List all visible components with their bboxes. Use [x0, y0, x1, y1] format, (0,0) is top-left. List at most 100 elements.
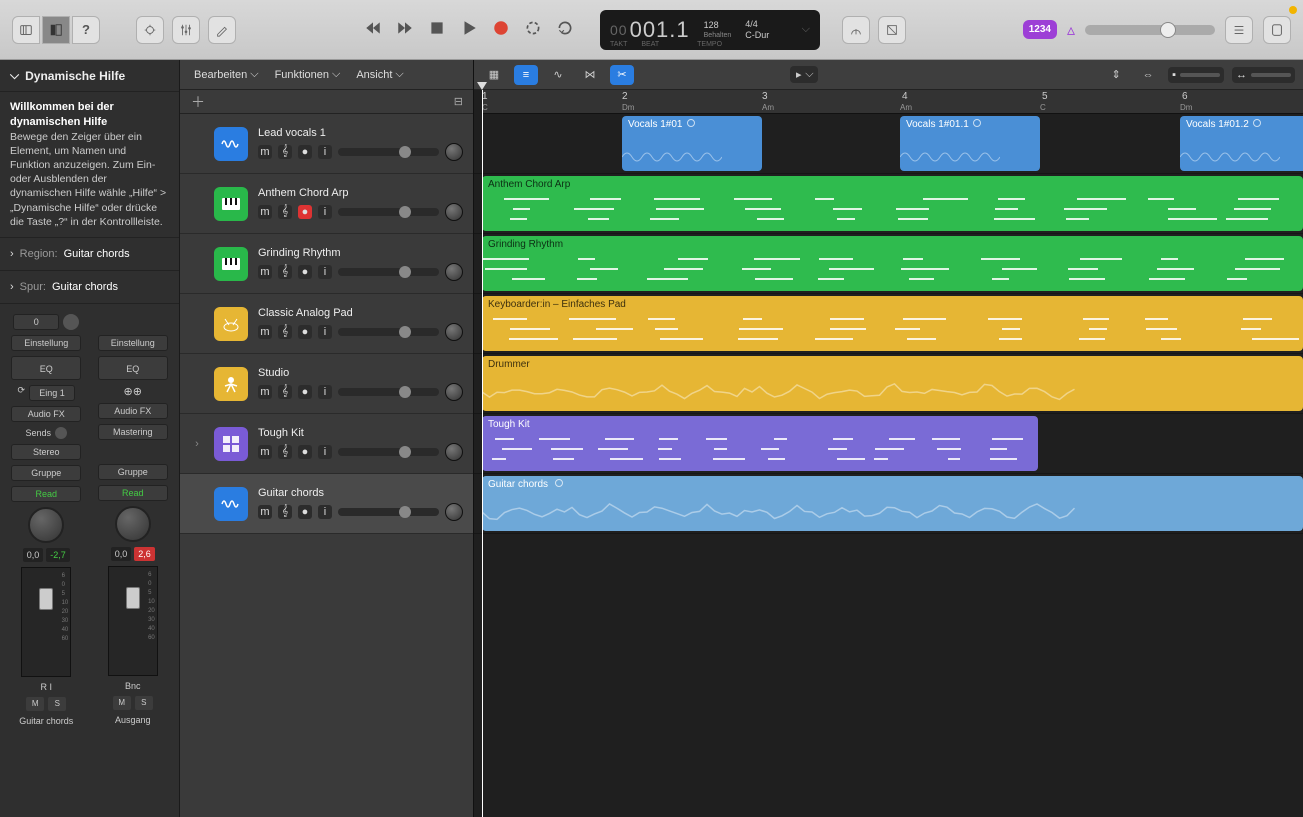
- input-slot[interactable]: Eing 1: [29, 385, 75, 401]
- solo-button[interactable]: S: [48, 697, 66, 711]
- record-enable-icon[interactable]: ●: [298, 145, 312, 159]
- pointer-tool-select[interactable]: ▸ ⌵: [790, 66, 818, 83]
- midi-region[interactable]: Anthem Chord Arp: [482, 176, 1303, 231]
- input-monitor-icon[interactable]: i: [318, 145, 332, 159]
- headphone-icon[interactable]: 𝄞: [278, 145, 292, 159]
- input-monitor-icon[interactable]: i: [318, 385, 332, 399]
- track-lane[interactable]: Guitar chords: [474, 474, 1303, 534]
- eq-button[interactable]: EQ: [98, 356, 168, 380]
- midi-region[interactable]: Grinding Rhythm: [482, 236, 1303, 291]
- inspector-button[interactable]: [42, 16, 70, 44]
- track-volume-slider[interactable]: [338, 508, 439, 516]
- solo-button[interactable]: S: [135, 696, 153, 710]
- mute-button[interactable]: M: [113, 696, 131, 710]
- track-pan-knob[interactable]: [445, 503, 463, 521]
- master-volume-slider[interactable]: [1085, 25, 1215, 35]
- mixer-icon[interactable]: [172, 16, 200, 44]
- track-volume-slider[interactable]: [338, 148, 439, 156]
- input-monitor-icon[interactable]: i: [318, 505, 332, 519]
- toolbar-settings-icon[interactable]: [136, 16, 164, 44]
- metronome-icon[interactable]: ▵: [1067, 20, 1075, 40]
- track-pan-knob[interactable]: [445, 443, 463, 461]
- record-enable-icon[interactable]: ●: [298, 505, 312, 519]
- group-slot[interactable]: Gruppe: [11, 465, 81, 481]
- notepad-button[interactable]: [1263, 16, 1291, 44]
- help-header[interactable]: ⌵ Dynamische Hilfe: [0, 60, 179, 92]
- record-enable-icon[interactable]: ●: [298, 385, 312, 399]
- flex-icon[interactable]: ⋈: [578, 65, 602, 85]
- track-header[interactable]: Guitar chordsm𝄞●i: [180, 474, 473, 534]
- track-lane[interactable]: Keyboarder:in – Einfaches Pad: [474, 294, 1303, 354]
- help-button[interactable]: ?: [72, 16, 100, 44]
- record-enable-icon[interactable]: ●: [298, 445, 312, 459]
- automation-icon[interactable]: ∿: [546, 65, 570, 85]
- catch-icon[interactable]: ✂: [610, 65, 634, 85]
- chevron-right-icon[interactable]: ›: [190, 438, 204, 450]
- gain-knob[interactable]: [63, 314, 79, 330]
- track-header[interactable]: Grinding Rhythmm𝄞●i: [180, 234, 473, 294]
- headphone-icon[interactable]: 𝄞: [278, 505, 292, 519]
- channel-gain[interactable]: 0: [13, 314, 59, 330]
- vzoom-fit-icon[interactable]: ⇕: [1104, 65, 1128, 85]
- menu-bearbeiten[interactable]: Bearbeiten ⌵: [188, 64, 265, 85]
- midi-region[interactable]: Tough Kit: [482, 416, 1038, 471]
- input-monitor-icon[interactable]: i: [318, 265, 332, 279]
- menu-ansicht[interactable]: Ansicht ⌵: [350, 64, 409, 85]
- setting-button[interactable]: Einstellung: [11, 335, 81, 351]
- automation-mode[interactable]: Read: [11, 486, 81, 502]
- record-enable-icon[interactable]: ●: [298, 325, 312, 339]
- cycle-button[interactable]: [556, 19, 574, 40]
- mute-icon[interactable]: m: [258, 265, 272, 279]
- hzoom-fit-icon[interactable]: ⇔: [1136, 65, 1160, 85]
- track-header[interactable]: Classic Analog Padm𝄞●i: [180, 294, 473, 354]
- track-pan-knob[interactable]: [445, 383, 463, 401]
- track-pan-knob[interactable]: [445, 263, 463, 281]
- audio-region[interactable]: Vocals 1#01.2: [1180, 116, 1303, 171]
- count-badge[interactable]: 1234: [1023, 20, 1057, 39]
- record-button[interactable]: [492, 19, 510, 40]
- track-pan-knob[interactable]: [445, 143, 463, 161]
- mute-icon[interactable]: m: [258, 385, 272, 399]
- volume-fader[interactable]: 6051020304060: [21, 567, 71, 677]
- view-list-icon[interactable]: ≡: [514, 65, 538, 85]
- track-header[interactable]: Lead vocals 1m𝄞●i: [180, 114, 473, 174]
- mastering-slot[interactable]: Mastering: [98, 424, 168, 440]
- track-pan-knob[interactable]: [445, 323, 463, 341]
- group-slot[interactable]: Gruppe: [98, 464, 168, 480]
- track-volume-slider[interactable]: [338, 448, 439, 456]
- automation-mode[interactable]: Read: [98, 485, 168, 501]
- track-pan-knob[interactable]: [445, 203, 463, 221]
- volume-fader[interactable]: 6051020304060: [108, 566, 158, 676]
- add-track-button[interactable]: ＋: [190, 94, 206, 110]
- library-button[interactable]: [12, 16, 40, 44]
- vertical-zoom-slider[interactable]: ▪: [1168, 67, 1224, 83]
- audio-region[interactable]: Guitar chords: [482, 476, 1303, 531]
- track-lane[interactable]: Tough Kit: [474, 414, 1303, 474]
- track-lane[interactable]: Anthem Chord Arp: [474, 174, 1303, 234]
- list-editors-button[interactable]: [1225, 16, 1253, 44]
- eq-button[interactable]: EQ: [11, 356, 81, 380]
- audio-region[interactable]: Vocals 1#01: [622, 116, 762, 171]
- cycle-record-button[interactable]: [524, 19, 542, 40]
- track-header[interactable]: Studiom𝄞●i: [180, 354, 473, 414]
- input-monitor-icon[interactable]: i: [318, 325, 332, 339]
- headphone-icon[interactable]: 𝄞: [278, 325, 292, 339]
- send-knob[interactable]: [55, 427, 67, 439]
- track-volume-slider[interactable]: [338, 388, 439, 396]
- track-volume-slider[interactable]: [338, 208, 439, 216]
- play-button[interactable]: [460, 19, 478, 40]
- midi-region[interactable]: Keyboarder:in – Einfaches Pad: [482, 296, 1303, 351]
- horizontal-zoom-slider[interactable]: ↔: [1232, 67, 1295, 83]
- track-lane[interactable]: Drummer: [474, 354, 1303, 414]
- mute-icon[interactable]: m: [258, 145, 272, 159]
- audio-region[interactable]: Vocals 1#01.1: [900, 116, 1040, 171]
- track-header[interactable]: Anthem Chord Arpm𝄞●i: [180, 174, 473, 234]
- track-lane[interactable]: Grinding Rhythm: [474, 234, 1303, 294]
- audiofx-slot[interactable]: Audio FX: [11, 406, 81, 422]
- forward-button[interactable]: [396, 19, 414, 40]
- mute-icon[interactable]: m: [258, 505, 272, 519]
- stop-button[interactable]: [428, 19, 446, 40]
- countoff-icon[interactable]: [878, 16, 906, 44]
- region-info-row[interactable]: › Region: Guitar chords: [0, 237, 179, 270]
- output-slot[interactable]: Stereo: [11, 444, 81, 460]
